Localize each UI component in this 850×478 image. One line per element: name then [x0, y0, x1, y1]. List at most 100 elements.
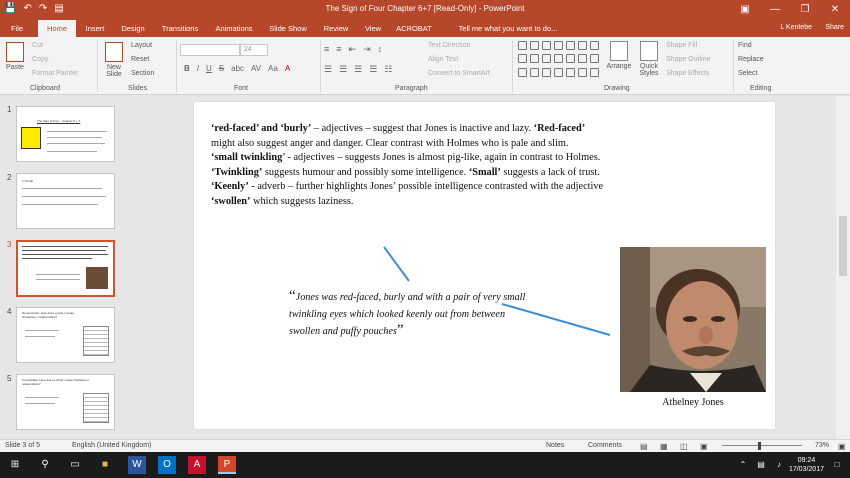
- vertical-scrollbar[interactable]: [836, 96, 850, 439]
- tab-view[interactable]: View: [360, 20, 386, 37]
- strikethrough-button[interactable]: S: [219, 64, 224, 73]
- clock[interactable]: 09:24 17/03/2017: [789, 456, 824, 474]
- justify-icon[interactable]: ☰: [369, 64, 377, 75]
- character-spacing-button[interactable]: AV: [251, 64, 261, 73]
- tab-insert[interactable]: Insert: [80, 20, 110, 37]
- scrollbar-thumb[interactable]: [839, 216, 847, 276]
- text-direction-button[interactable]: Text Direction: [428, 42, 470, 49]
- slide-show-icon[interactable]: ▣: [700, 442, 708, 451]
- status-bar: Slide 3 of 5 English (United Kingdom) No…: [0, 439, 850, 452]
- network-icon[interactable]: ▤: [752, 456, 770, 474]
- title-bar: 💾 ↶ ↷ ▤ The Sign of Four Chapter 6+7 [Re…: [0, 0, 850, 20]
- slide-thumbnail-5[interactable]: Consolidate: How does a writer create ch…: [16, 374, 115, 430]
- columns-icon[interactable]: ☷: [384, 64, 392, 75]
- close-button[interactable]: ✕: [820, 0, 850, 20]
- shape-fill-button[interactable]: Shape Fill: [666, 42, 697, 49]
- new-slide-button[interactable]: New Slide: [101, 42, 127, 78]
- shape-outline-button[interactable]: Shape Outline: [666, 56, 710, 63]
- windows-start-icon[interactable]: ⊞: [6, 456, 24, 474]
- user-name[interactable]: L Kentebe: [780, 24, 812, 31]
- language-indicator[interactable]: English (United Kingdom): [72, 442, 151, 449]
- file-explorer-icon[interactable]: ■: [96, 456, 114, 474]
- quick-styles-button[interactable]: Quick Styles: [636, 41, 662, 77]
- acrobat-icon[interactable]: A: [188, 456, 206, 474]
- arrange-button[interactable]: Arrange: [604, 41, 634, 70]
- notifications-chevron-icon[interactable]: ⌃: [734, 456, 752, 474]
- convert-smartart-button[interactable]: Convert to SmartArt: [428, 70, 490, 77]
- slide-sorter-icon[interactable]: ▦: [660, 442, 668, 451]
- tell-me-search[interactable]: Tell me what you want to do...: [449, 20, 567, 37]
- layout-button[interactable]: Layout: [131, 42, 152, 49]
- format-painter-button[interactable]: Format Painter: [32, 70, 78, 77]
- tab-animations[interactable]: Animations: [210, 20, 258, 37]
- section-button[interactable]: Section: [131, 70, 154, 77]
- thumbnail-number: 5: [7, 374, 12, 383]
- share-button[interactable]: Share: [825, 24, 844, 31]
- font-name-input[interactable]: [180, 44, 240, 56]
- task-view-icon[interactable]: ▭: [66, 456, 84, 474]
- slide-thumbnail-1[interactable]: The Sign of Four - Chapter 6 + 7: [16, 106, 115, 162]
- notes-button[interactable]: Notes: [546, 442, 564, 449]
- volume-icon[interactable]: ♪: [770, 456, 788, 474]
- highlight-word: ‘Red-faced’: [533, 123, 586, 134]
- select-button[interactable]: Select: [738, 70, 757, 77]
- slide-thumbnail-2[interactable]: In Small: [16, 173, 115, 229]
- ribbon-display-options-icon[interactable]: ▣: [730, 0, 760, 20]
- reset-button[interactable]: Reset: [131, 56, 149, 63]
- normal-view-icon[interactable]: ▤: [640, 442, 648, 451]
- underline-button[interactable]: U: [206, 64, 212, 73]
- tab-review[interactable]: Review: [320, 20, 352, 37]
- zoom-level[interactable]: 73%: [815, 442, 829, 449]
- copy-button[interactable]: Copy: [32, 56, 48, 63]
- slides-group-label: Slides: [128, 85, 148, 92]
- change-case-button[interactable]: Aa: [268, 64, 278, 73]
- clipboard-group-label: Clipboard: [30, 85, 60, 92]
- increase-indent-icon[interactable]: ⇥: [363, 44, 371, 55]
- tab-transitions[interactable]: Transitions: [158, 20, 202, 37]
- shape-effects-button[interactable]: Shape Effects: [666, 70, 709, 77]
- zoom-slider[interactable]: [722, 445, 802, 446]
- decrease-indent-icon[interactable]: ⇤: [349, 44, 357, 55]
- tab-acrobat[interactable]: ACROBAT: [394, 20, 434, 37]
- align-text-button[interactable]: Align Text: [428, 56, 458, 63]
- font-size-input[interactable]: 24: [240, 44, 268, 56]
- clock-date: 17/03/2017: [788, 466, 824, 473]
- shapes-gallery[interactable]: [518, 41, 599, 79]
- slide-body-text[interactable]: ‘red-faced’ and ‘burly’ – adjectives – s…: [211, 122, 611, 210]
- search-icon[interactable]: ⚲: [36, 456, 54, 474]
- bullets-icon[interactable]: ≡: [324, 44, 329, 55]
- action-center-icon[interactable]: □: [828, 456, 846, 474]
- minimize-button[interactable]: —: [760, 0, 790, 20]
- tab-slide-show[interactable]: Slide Show: [266, 20, 310, 37]
- fit-to-window-icon[interactable]: ▣: [838, 442, 846, 451]
- font-group-label: Font: [234, 85, 249, 92]
- align-right-icon[interactable]: ☰: [354, 64, 362, 75]
- reading-view-icon[interactable]: ◫: [680, 442, 688, 451]
- italic-button[interactable]: I: [197, 64, 199, 73]
- numbering-icon[interactable]: ≡: [336, 44, 341, 55]
- tab-file[interactable]: File: [4, 20, 30, 37]
- paste-button[interactable]: Paste: [4, 42, 26, 71]
- tab-design[interactable]: Design: [116, 20, 150, 37]
- align-center-icon[interactable]: ☰: [339, 64, 347, 75]
- windows-taskbar: ⊞ ⚲ ▭ ■ W O A P ⌃ ▤ ♪ 09:24 17/03/2017 □: [0, 452, 850, 478]
- line-spacing-icon[interactable]: ↕: [378, 44, 383, 55]
- word-icon[interactable]: W: [128, 456, 146, 474]
- tab-home[interactable]: Home: [38, 20, 76, 37]
- comments-button[interactable]: Comments: [588, 442, 622, 449]
- text-shadow-button[interactable]: abc: [231, 64, 244, 73]
- align-left-icon[interactable]: ☰: [324, 64, 332, 75]
- find-button[interactable]: Find: [738, 42, 752, 49]
- powerpoint-icon[interactable]: P: [218, 456, 236, 474]
- athelney-jones-photo[interactable]: [620, 247, 766, 392]
- zoom-slider-handle[interactable]: [758, 442, 761, 450]
- slide-thumbnail-4[interactable]: Demonstrate: How does a writer create ch…: [16, 307, 115, 363]
- font-color-button[interactable]: A: [285, 64, 290, 73]
- maximize-button[interactable]: ❐: [790, 0, 820, 20]
- cut-button[interactable]: Cut: [32, 42, 43, 49]
- slide-thumbnail-3[interactable]: [16, 240, 115, 297]
- bold-button[interactable]: B: [184, 64, 190, 73]
- replace-button[interactable]: Replace: [738, 56, 764, 63]
- outlook-icon[interactable]: O: [158, 456, 176, 474]
- quotation-text[interactable]: “Jones was red-faced, burly and with a p…: [289, 289, 529, 340]
